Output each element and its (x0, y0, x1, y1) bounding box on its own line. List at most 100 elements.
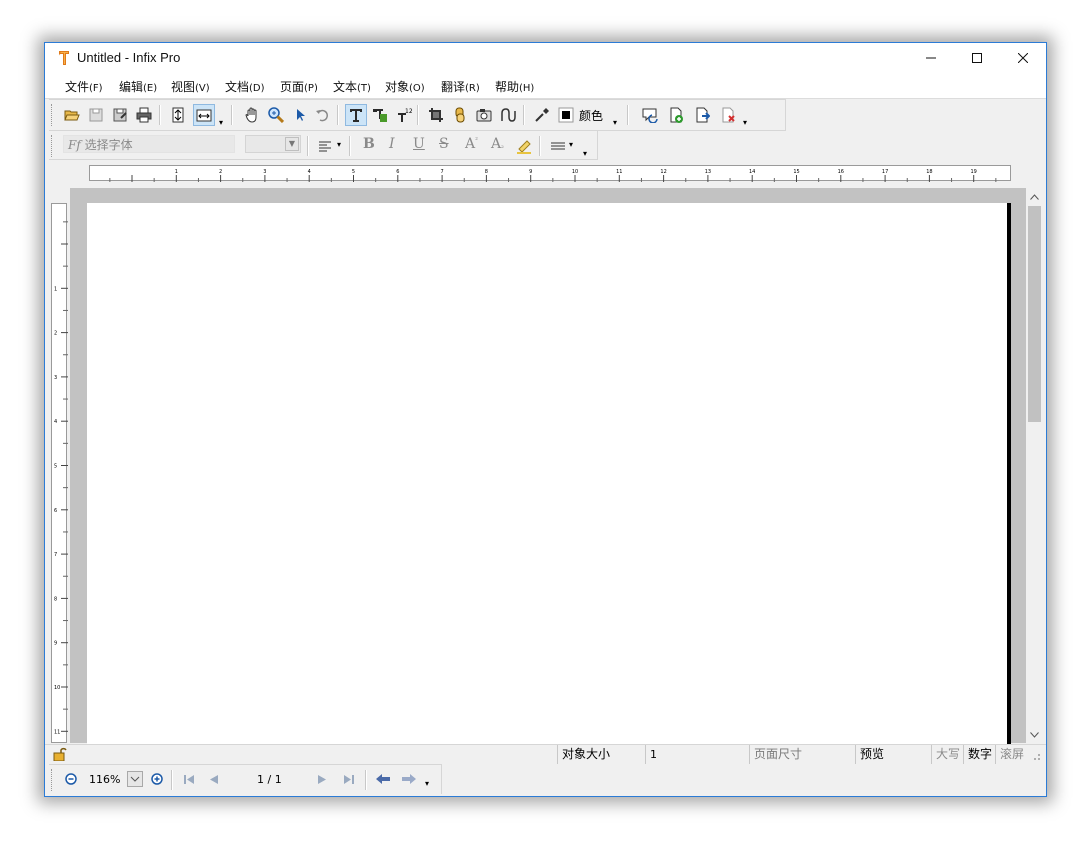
document-page[interactable] (87, 203, 1011, 748)
link-tool-icon[interactable] (449, 104, 471, 126)
maximize-button[interactable] (954, 43, 1000, 73)
fit-dropdown-icon[interactable]: ▾ (219, 118, 223, 127)
highlighter-icon[interactable] (513, 135, 535, 157)
minimize-button[interactable] (908, 43, 954, 73)
underline-button[interactable]: U (413, 136, 425, 152)
color-label[interactable]: 颜色 (579, 107, 603, 124)
color-dropdown-icon[interactable]: ▾ (613, 118, 617, 127)
ruler-label: 16 (838, 169, 844, 175)
last-page-icon[interactable] (343, 774, 355, 785)
ruler-label: 5 (54, 464, 57, 470)
ruler-label: 9 (529, 169, 532, 175)
page-up-down-icon[interactable] (167, 104, 189, 126)
menu-text[interactable]: 文本(T) (333, 78, 371, 95)
zoom-in-icon[interactable] (151, 773, 163, 785)
snapshot-camera-icon[interactable] (473, 104, 495, 126)
unlock-icon[interactable] (53, 747, 67, 761)
object-size-label: 对象大小 (557, 745, 645, 764)
ruler-label: 10 (54, 685, 60, 691)
italic-button[interactable]: I (389, 136, 395, 152)
comment-icon[interactable] (639, 104, 661, 126)
pages-dropdown-icon[interactable]: ▾ (743, 118, 747, 127)
zoom-tool-icon[interactable] (265, 104, 287, 126)
print-icon[interactable] (133, 104, 155, 126)
bold-button[interactable]: B (363, 136, 375, 152)
back-icon[interactable] (375, 773, 391, 785)
toolbar-grip[interactable] (51, 104, 54, 126)
toolbar-grip[interactable] (51, 769, 54, 791)
nav-overflow-icon[interactable]: ▾ (425, 779, 429, 788)
close-button[interactable] (1000, 43, 1046, 73)
separator (523, 105, 525, 125)
insert-page-icon[interactable] (665, 104, 687, 126)
ruler-label: 11 (616, 169, 622, 175)
chevron-down-icon[interactable]: ▼ (285, 137, 299, 151)
delete-page-icon[interactable] (717, 104, 739, 126)
strikethrough-button[interactable]: S (439, 136, 449, 152)
vertical-scrollbar[interactable] (1026, 188, 1043, 743)
scroll-down-icon[interactable] (1026, 726, 1043, 743)
ruler-label: 13 (705, 169, 711, 175)
subscript-button[interactable]: A₂ (491, 136, 504, 152)
menu-document[interactable]: 文档(D) (225, 78, 265, 95)
menu-edit[interactable]: 编辑(E) (119, 78, 157, 95)
color-swatch-icon[interactable] (555, 104, 577, 126)
page-size-label: 页面尺寸 (749, 745, 855, 764)
select-arrow-icon[interactable] (289, 104, 311, 126)
ruler-label: 6 (396, 169, 399, 175)
font-select[interactable]: Ff 选择字体 (63, 135, 235, 153)
ruler-label: 19 (971, 169, 977, 175)
crop-icon[interactable] (425, 104, 447, 126)
ruler-label: 5 (352, 169, 355, 175)
toolbar-overflow-icon[interactable]: ▾ (583, 149, 587, 158)
separator (417, 105, 419, 125)
superscript-button[interactable]: A² (465, 136, 478, 152)
menu-page[interactable]: 页面(P) (280, 78, 318, 95)
join-text-icon[interactable] (497, 104, 519, 126)
separator (307, 136, 309, 156)
previous-page-icon[interactable] (207, 774, 219, 785)
text-frame-icon[interactable] (369, 104, 391, 126)
open-folder-icon[interactable] (61, 104, 83, 126)
save-icon[interactable] (85, 104, 107, 126)
menu-translate[interactable]: 翻译(R) (441, 78, 480, 95)
title-bar: Untitled - Infix Pro (45, 43, 1046, 73)
menu-view[interactable]: 视图(V) (171, 78, 210, 95)
zoom-out-icon[interactable] (65, 773, 77, 785)
zoom-level[interactable]: 116% (89, 773, 120, 786)
font-placeholder: 选择字体 (84, 138, 133, 152)
align-dropdown-icon[interactable]: ▾ (337, 140, 341, 149)
menu-help[interactable]: 帮助(H) (495, 78, 534, 95)
text-numbering-icon[interactable]: 123 (393, 104, 415, 126)
resize-grip-icon[interactable] (1031, 751, 1041, 761)
text-tool-icon[interactable] (345, 104, 367, 126)
zoom-dropdown[interactable] (127, 771, 143, 787)
ruler-label: 17 (882, 169, 888, 175)
ruler-label: 11 (54, 729, 60, 735)
rotate-icon[interactable] (311, 104, 333, 126)
scroll-thumb[interactable] (1028, 206, 1041, 422)
line-spacing-icon[interactable] (547, 135, 569, 157)
separator (539, 136, 541, 156)
scroll-up-icon[interactable] (1026, 188, 1043, 205)
font-size-select[interactable]: ▼ (245, 135, 301, 153)
page-indicator[interactable]: 1 / 1 (257, 773, 282, 786)
save-as-icon[interactable] (109, 104, 131, 126)
ruler-label: 4 (308, 169, 311, 175)
num-indicator: 数字 (963, 745, 995, 764)
ruler-label: 3 (54, 375, 57, 381)
spacing-dropdown-icon[interactable]: ▾ (569, 140, 573, 149)
first-page-icon[interactable] (183, 774, 195, 785)
align-left-icon[interactable] (315, 135, 337, 157)
extract-page-icon[interactable] (691, 104, 713, 126)
ruler-label: 8 (54, 596, 57, 602)
eyedropper-icon[interactable] (531, 104, 553, 126)
menu-object[interactable]: 对象(O) (385, 78, 425, 95)
ruler-label: 14 (749, 169, 755, 175)
toolbar-grip[interactable] (51, 135, 54, 157)
forward-icon[interactable] (401, 773, 417, 785)
hand-tool-icon[interactable] (241, 104, 263, 126)
menu-file[interactable]: 文件(F) (65, 78, 103, 95)
next-page-icon[interactable] (317, 774, 329, 785)
page-width-icon[interactable] (193, 104, 215, 126)
